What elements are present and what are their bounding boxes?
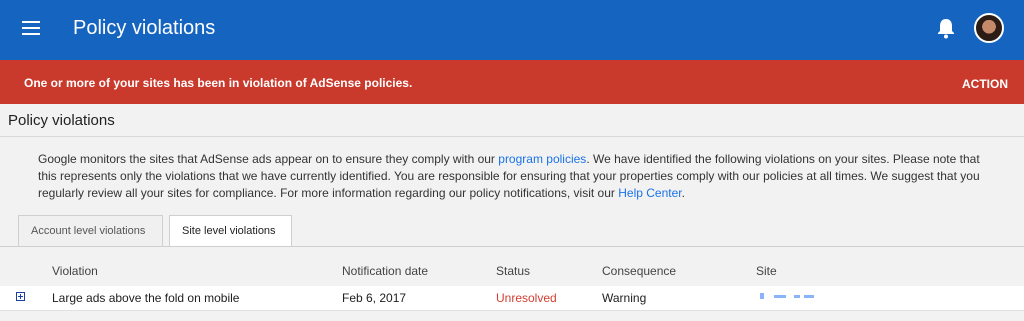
tab-site-level-violations[interactable]: Site level violations	[169, 215, 292, 247]
column-header-consequence[interactable]: Consequence	[602, 264, 676, 278]
description-text-1: Google monitors the sites that AdSense a…	[38, 152, 499, 166]
help-center-link[interactable]: Help Center	[618, 186, 681, 200]
app-bar: Policy violations	[0, 0, 1024, 60]
hamburger-menu-icon[interactable]	[22, 21, 40, 35]
table-header: Violation Notification date Status Conse…	[0, 258, 1024, 284]
column-header-status[interactable]: Status	[496, 264, 530, 278]
section-divider	[0, 136, 1024, 137]
violation-alert-banner: One or more of your sites has been in vi…	[0, 60, 1024, 104]
site-cell-redacted	[760, 293, 816, 301]
column-header-site[interactable]: Site	[756, 264, 777, 278]
page-title: Policy violations	[73, 17, 216, 39]
bell-icon[interactable]	[936, 17, 956, 39]
description-text-3: .	[681, 186, 685, 200]
table-row[interactable]: Large ads above the fold on mobile Feb 6…	[0, 286, 1024, 311]
consequence-cell: Warning	[602, 291, 647, 305]
tabs-divider	[0, 246, 1024, 247]
expand-row-icon[interactable]	[16, 292, 25, 301]
user-avatar[interactable]	[974, 13, 1004, 43]
policy-description: Google monitors the sites that AdSense a…	[38, 151, 998, 202]
program-policies-link[interactable]: program policies	[498, 152, 586, 166]
column-header-violation[interactable]: Violation	[52, 264, 98, 278]
status-cell: Unresolved	[496, 291, 557, 305]
violation-cell: Large ads above the fold on mobile	[52, 291, 240, 305]
alert-message: One or more of your sites has been in vi…	[24, 76, 413, 90]
section-title: Policy violations	[8, 112, 115, 129]
notification-date-cell: Feb 6, 2017	[342, 291, 407, 305]
alert-action-button[interactable]: ACTION	[962, 77, 1008, 91]
column-header-notification-date[interactable]: Notification date	[342, 264, 428, 278]
tab-account-level-violations[interactable]: Account level violations	[18, 215, 163, 246]
